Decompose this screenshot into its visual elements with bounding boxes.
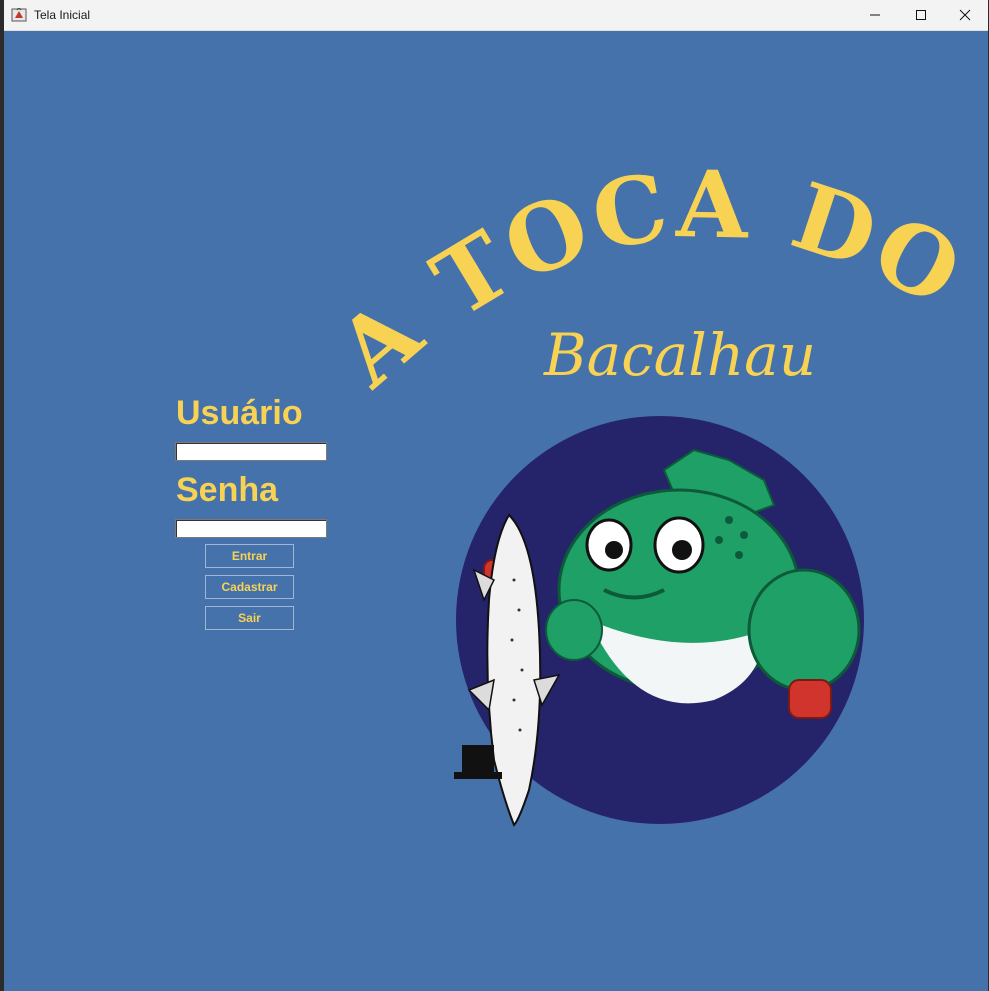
username-label: Usuário xyxy=(176,394,303,432)
login-button[interactable]: Entrar xyxy=(205,544,294,568)
app-window: Tela Inicial Usuário Senha Entrar Cadast… xyxy=(4,0,988,991)
exit-button[interactable]: Sair xyxy=(205,606,294,630)
main-panel: Usuário Senha Entrar Cadastrar Sair A TO… xyxy=(4,30,988,991)
register-button[interactable]: Cadastrar xyxy=(205,575,294,599)
restaurant-logo: A TOCA DO Bacalhau xyxy=(334,160,974,827)
username-input[interactable] xyxy=(175,442,327,461)
java-app-icon xyxy=(11,8,27,22)
logo-script: Bacalhau xyxy=(543,321,816,389)
close-icon xyxy=(959,9,971,21)
minimize-icon xyxy=(870,14,880,16)
maximize-icon xyxy=(916,10,926,20)
title-bar: Tela Inicial xyxy=(4,0,988,31)
password-label: Senha xyxy=(176,471,279,509)
password-input[interactable] xyxy=(175,519,327,538)
maximize-button[interactable] xyxy=(898,0,944,30)
window-title: Tela Inicial xyxy=(34,8,91,22)
minimize-button[interactable] xyxy=(852,0,898,30)
close-button[interactable] xyxy=(942,0,988,30)
